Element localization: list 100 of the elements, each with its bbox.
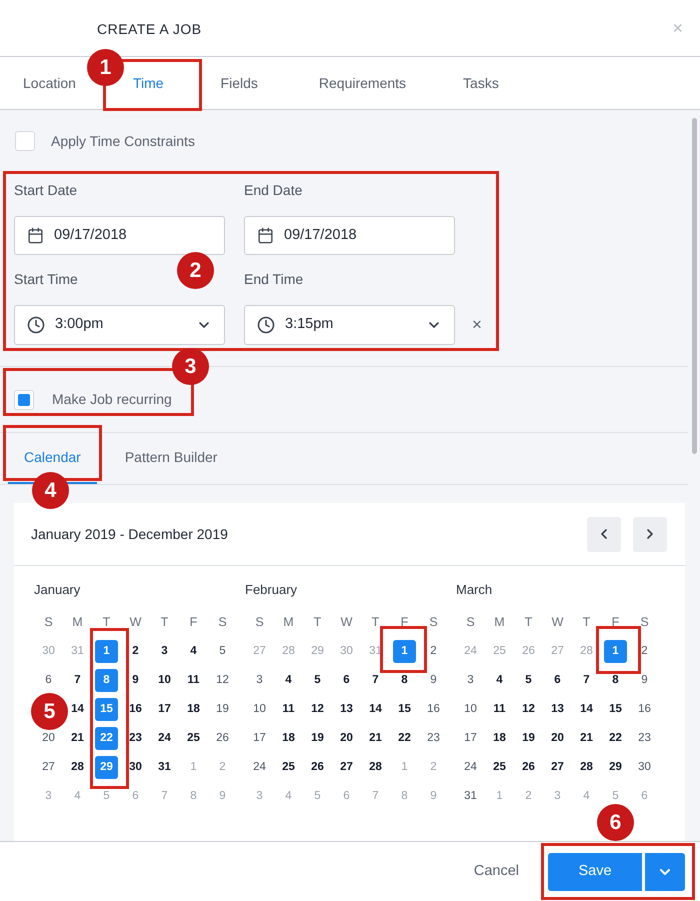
calendar-day[interactable]: 5	[219, 642, 226, 660]
calendar-day[interactable]: 26	[522, 758, 535, 776]
calendar-day[interactable]: 4	[285, 672, 292, 690]
calendar-day[interactable]: 9	[430, 672, 437, 690]
calendar-day[interactable]: 24	[158, 730, 171, 748]
calendar-day[interactable]: 24	[253, 758, 266, 776]
calendar-day[interactable]: 26	[216, 730, 229, 748]
calendar-day[interactable]: 3	[467, 672, 474, 690]
calendar-day[interactable]: 11	[282, 700, 295, 718]
calendar-day[interactable]: 28	[369, 758, 382, 776]
calendar-day[interactable]: 7	[583, 672, 590, 690]
calendar-day[interactable]: 8	[401, 672, 408, 690]
calendar-day[interactable]: 2	[132, 642, 139, 660]
calendar-day[interactable]: 18	[493, 730, 506, 748]
calendar-day[interactable]: 3	[256, 672, 263, 690]
calendar-day[interactable]: 21	[369, 730, 382, 748]
calendar-day[interactable]: 12	[216, 672, 229, 690]
calendar-day[interactable]: 25	[493, 758, 506, 776]
calendar-day[interactable]: 27	[340, 758, 353, 776]
calendar-day[interactable]: 21	[580, 730, 593, 748]
date-field[interactable]: 09/17/2018	[244, 216, 455, 255]
next-button[interactable]	[633, 516, 667, 552]
selected-day[interactable]: 8	[95, 669, 118, 692]
calendar-day[interactable]: 25	[282, 758, 295, 776]
calendar-day[interactable]: 19	[522, 730, 535, 748]
calendar-day[interactable]: 12	[522, 700, 535, 718]
calendar-day[interactable]: 2	[641, 642, 648, 660]
calendar-day[interactable]: 21	[71, 730, 84, 748]
calendar-day[interactable]: 12	[311, 700, 324, 718]
cancel-button[interactable]: Cancel	[474, 860, 519, 882]
calendar-day[interactable]: 25	[187, 730, 200, 748]
calendar-day[interactable]: 31	[464, 788, 477, 806]
calendar-day[interactable]: 16	[638, 700, 651, 718]
calendar-day[interactable]: 15	[398, 700, 411, 718]
calendar-day[interactable]: 27	[42, 758, 55, 776]
save-button[interactable]: Save	[548, 852, 642, 890]
calendar-day[interactable]: 2	[430, 642, 437, 660]
calendar-day[interactable]: 13	[551, 700, 564, 718]
calendar-day[interactable]: 14	[580, 700, 593, 718]
calendar-day[interactable]: 23	[638, 730, 651, 748]
clear-time-button[interactable]: ×	[472, 305, 482, 345]
calendar-day[interactable]: 8	[612, 672, 619, 690]
calendar-day[interactable]: 23	[427, 730, 440, 748]
calendar-day[interactable]: 13	[340, 700, 353, 718]
tab[interactable]: Pattern Builder	[108, 433, 234, 484]
calendar-day[interactable]: 27	[551, 758, 564, 776]
calendar-day[interactable]: 9	[641, 672, 648, 690]
selected-day[interactable]: 1	[393, 640, 416, 663]
calendar-day[interactable]: 11	[187, 672, 200, 690]
calendar-day[interactable]: 30	[638, 758, 651, 776]
calendar-day[interactable]: 16	[129, 700, 142, 718]
checkbox[interactable]	[14, 390, 34, 410]
calendar-day[interactable]: 18	[282, 730, 295, 748]
calendar-day[interactable]: 17	[464, 730, 477, 748]
calendar-day[interactable]: 15	[609, 700, 622, 718]
calendar-day[interactable]: 4	[496, 672, 503, 690]
calendar-day[interactable]: 14	[71, 700, 84, 718]
calendar-day[interactable]: 10	[158, 672, 171, 690]
calendar-day[interactable]: 6	[45, 672, 52, 690]
calendar-day[interactable]: 14	[369, 700, 382, 718]
save-options-button[interactable]	[645, 852, 685, 890]
calendar-day[interactable]: 31	[158, 758, 171, 776]
calendar-day[interactable]: 9	[132, 672, 139, 690]
calendar-day[interactable]: 18	[187, 700, 200, 718]
calendar-day[interactable]: 4	[190, 642, 197, 660]
calendar-day[interactable]: 7	[372, 672, 379, 690]
calendar-day[interactable]: 28	[580, 758, 593, 776]
calendar-day[interactable]: 17	[253, 730, 266, 748]
selected-day[interactable]: 1	[604, 640, 627, 663]
calendar-day[interactable]: 29	[609, 758, 622, 776]
calendar-day[interactable]: 5	[525, 672, 532, 690]
tab[interactable]: Location	[17, 57, 82, 109]
calendar-day[interactable]: 19	[216, 700, 229, 718]
calendar-day[interactable]: 24	[464, 758, 477, 776]
calendar-day[interactable]: 3	[161, 642, 168, 660]
calendar-day[interactable]: 17	[158, 700, 171, 718]
calendar-day[interactable]: 10	[464, 700, 477, 718]
calendar-day[interactable]: 30	[129, 758, 142, 776]
selected-day[interactable]: 22	[95, 727, 118, 750]
calendar-day[interactable]: 10	[253, 700, 266, 718]
tab[interactable]: Requirements	[312, 57, 412, 109]
calendar-day[interactable]: 20	[551, 730, 564, 748]
selected-day[interactable]: 1	[95, 640, 118, 663]
previous-button[interactable]	[587, 516, 621, 552]
calendar-day[interactable]: 6	[343, 672, 350, 690]
date-field[interactable]: 09/17/2018	[14, 216, 225, 255]
calendar-day[interactable]: 20	[42, 730, 55, 748]
calendar-day[interactable]: 26	[311, 758, 324, 776]
calendar-day[interactable]: 22	[398, 730, 411, 748]
time-select[interactable]: 3:00pm	[14, 305, 225, 345]
calendar-day[interactable]: 16	[427, 700, 440, 718]
time-select[interactable]: 3:15pm	[244, 305, 455, 345]
calendar-day[interactable]: 20	[340, 730, 353, 748]
calendar-day[interactable]: 5	[314, 672, 321, 690]
tab[interactable]: Time	[126, 57, 170, 109]
checkbox[interactable]	[15, 131, 35, 151]
calendar-day[interactable]: 6	[554, 672, 561, 690]
calendar-day[interactable]: 23	[129, 730, 142, 748]
calendar-day[interactable]: 28	[71, 758, 84, 776]
scrollbar[interactable]	[692, 118, 696, 454]
